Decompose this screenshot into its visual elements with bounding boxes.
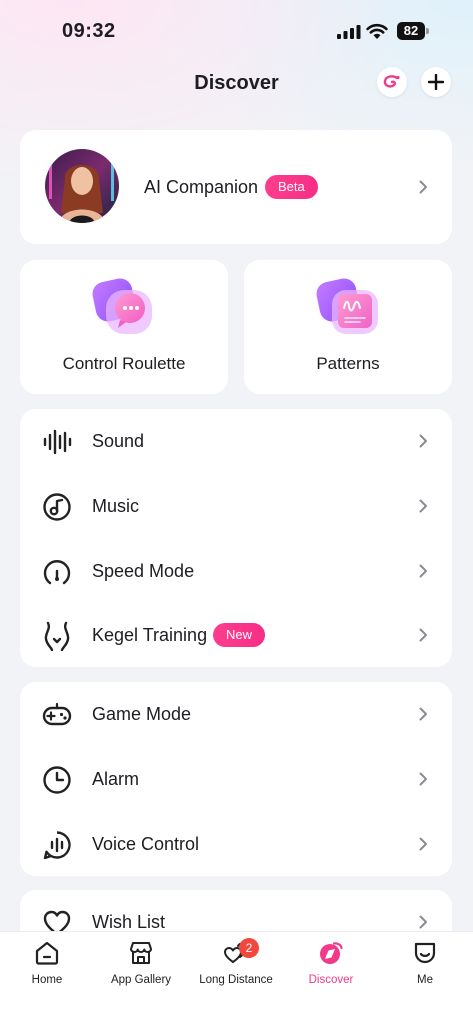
kegel-training-label: Kegel Training [92,625,208,645]
store-icon [130,942,152,964]
discover-icon [320,942,343,964]
feature-list-1: Sound Music Speed Mode Kegel Training Ne… [20,409,452,667]
tab-home-label: Home [31,974,63,986]
chevron-right-icon [419,772,427,786]
chevron-right-icon [419,564,427,578]
bottom-tab-bar: Home App Gallery 2 Long Distance Discove… [0,931,473,1025]
add-button[interactable] [421,67,451,97]
sound-wave-icon [43,429,72,455]
wifi-icon [366,23,388,39]
tab-long-distance-label: Long Distance [199,974,273,986]
game-mode-label: Game Mode [92,704,192,724]
speedometer-icon [43,560,71,585]
control-roulette-label: Control Roulette [62,354,186,373]
list-item-alarm[interactable]: Alarm [20,747,452,811]
list-item-voice-control[interactable]: Voice Control [20,812,452,876]
home-icon [35,941,59,965]
tab-me-label: Me [417,974,433,986]
chat-bubble-icon [92,278,152,334]
battery-level: 82 [397,22,425,40]
waveform-sheet-icon [316,278,378,334]
voice-control-label: Voice Control [92,834,200,854]
clock-icon [43,766,71,794]
list-item-sound[interactable]: Sound [20,409,452,473]
face-icon [414,942,436,964]
list-item-kegel-training[interactable]: Kegel Training New [20,603,452,667]
sound-label: Sound [92,431,145,451]
list-item-speed-mode[interactable]: Speed Mode [20,539,452,603]
music-label: Music [92,496,140,516]
tab-long-distance[interactable]: 2 Long Distance [189,938,283,1000]
brand-logo-button[interactable] [377,67,407,97]
plus-icon [428,74,444,90]
chevron-right-icon [419,180,427,194]
battery-icon: 82 [397,22,429,40]
speed-mode-label: Speed Mode [92,561,195,581]
gamepad-icon [42,702,72,726]
list-item-music[interactable]: Music [20,474,452,538]
status-time: 09:32 [62,20,116,42]
cellular-signal-icon [337,25,361,39]
feature-list-2: Game Mode Alarm Voice Control [20,682,452,876]
pelvis-icon [44,621,70,651]
notification-badge: 2 [239,938,259,958]
battery-tip [426,28,429,34]
tab-home[interactable]: Home [0,940,94,1000]
new-badge: New [213,623,266,647]
tab-discover-label: Discover [308,974,354,986]
list-item-game-mode[interactable]: Game Mode [20,682,452,746]
alarm-label: Alarm [92,769,140,789]
beta-badge: Beta [265,175,318,199]
ai-companion-card[interactable]: AI Companion Beta [20,130,452,244]
chevron-right-icon [419,628,427,642]
voice-icon [43,831,71,860]
tab-app-gallery-label: App Gallery [110,974,172,986]
status-bar: 09:32 82 [0,0,473,60]
chevron-right-icon [419,499,427,513]
music-disc-icon [43,493,71,521]
chevron-right-icon [419,837,427,851]
avatar [45,149,119,223]
brand-logo-icon [383,75,400,88]
tab-me[interactable]: Me [378,940,472,1000]
patterns-tile[interactable]: Patterns [244,260,452,394]
tab-app-gallery[interactable]: App Gallery [94,940,188,1000]
chevron-right-icon [419,915,427,929]
wish-list-label: Wish List [92,912,166,932]
tab-discover[interactable]: Discover [284,940,378,1000]
patterns-label: Patterns [316,354,380,373]
chevron-right-icon [419,434,427,448]
ai-companion-label: AI Companion [144,177,259,197]
chevron-right-icon [419,707,427,721]
control-roulette-tile[interactable]: Control Roulette [20,260,228,394]
